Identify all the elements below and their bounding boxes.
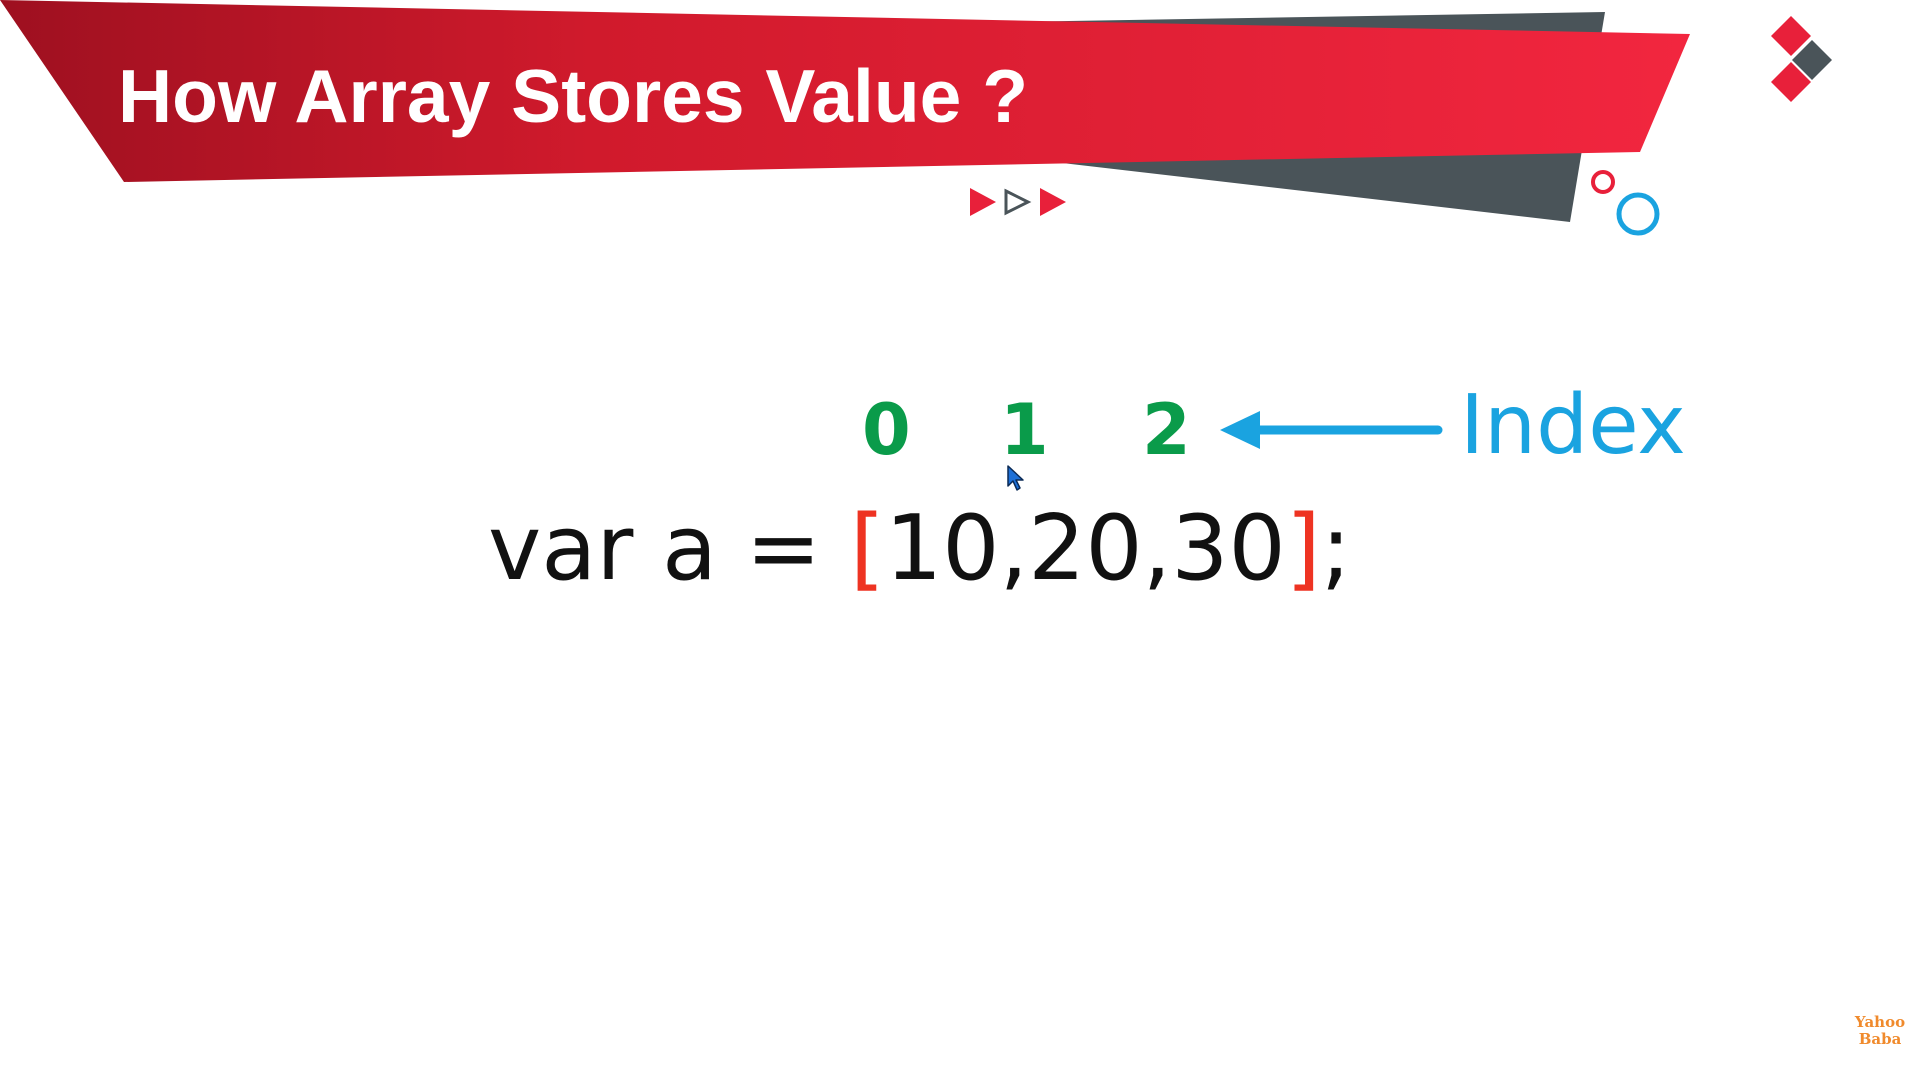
outline-circles-icon (1591, 170, 1660, 236)
open-bracket: [ (849, 496, 885, 601)
code-prefix: var a = (488, 496, 850, 601)
slide: How Array Stores Value ? 0 1 2 Index var… (0, 0, 1920, 1080)
array-code-line: var a = [10,20,30]; (488, 494, 1351, 604)
array-values: 10,20,30 (884, 496, 1286, 601)
code-suffix: ; (1320, 496, 1352, 601)
index-label: Index (1460, 378, 1686, 473)
mouse-cursor-icon (1007, 465, 1024, 491)
index-number-2: 2 (1142, 389, 1191, 471)
channel-watermark-logo: Yahoo Baba (1852, 1014, 1908, 1048)
left-arrow-icon (1220, 411, 1443, 449)
slide-title: How Array Stores Value ? (118, 54, 1029, 138)
triple-play-arrows-icon (970, 188, 1066, 216)
index-number-0: 0 (862, 389, 911, 471)
diamond-cluster-icon (1771, 16, 1832, 102)
close-bracket: ] (1285, 496, 1321, 601)
watermark-line-1: Yahoo (1854, 1013, 1906, 1031)
watermark-line-2: Baba (1858, 1030, 1902, 1048)
